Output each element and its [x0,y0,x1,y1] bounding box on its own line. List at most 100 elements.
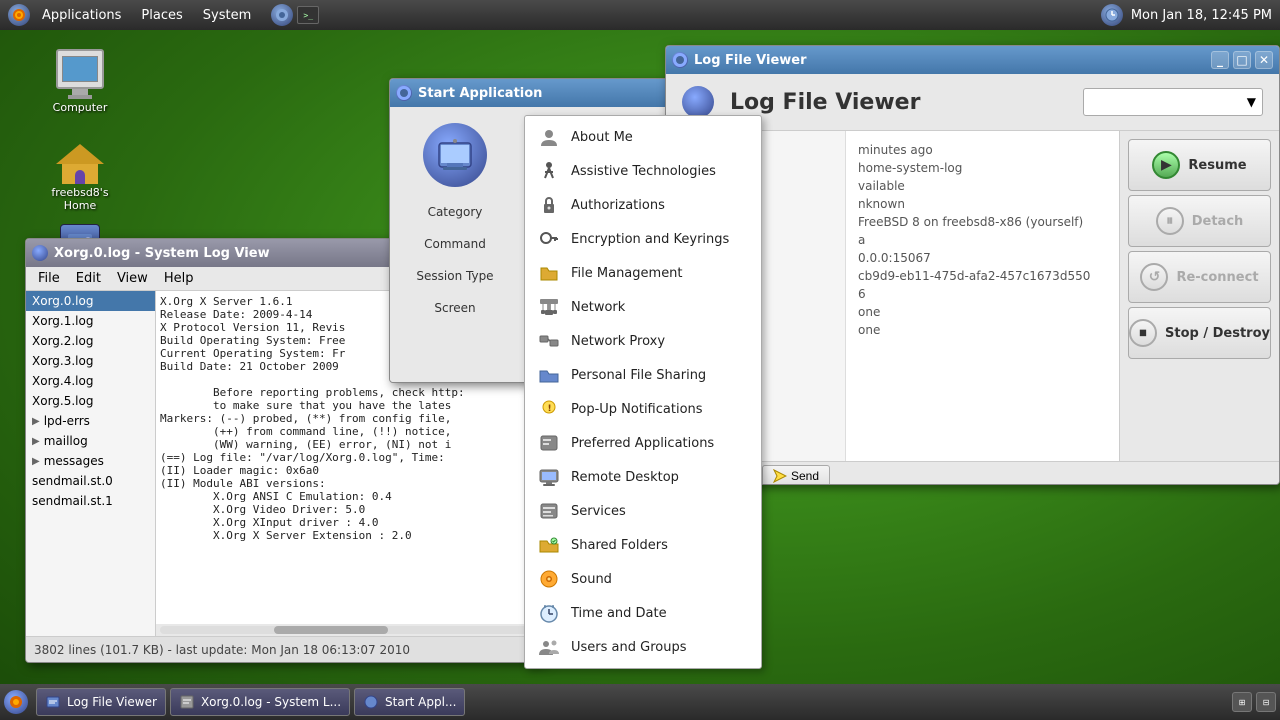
lv-detach-button[interactable]: ⏸ Detach [1128,195,1271,247]
start-app-field-labels: Category Command Session Type Screen [416,203,493,317]
syslog-item-lpd[interactable]: ▶ lpd-errs [26,411,155,431]
menu-item-encryption[interactable]: Encryption and Keyrings [525,222,761,256]
menu-item-personal-file-sharing[interactable]: Personal File Sharing [525,358,761,392]
syslog-item-xorg3[interactable]: Xorg.3.log [26,351,155,371]
lv-buttons-column: ▶ Resume ⏸ Detach ↺ Re-connect ⏹ Stop / … [1119,131,1279,461]
menu-item-sound[interactable]: Sound [525,562,761,596]
lv-info-none2: one [858,323,1107,337]
lv-detach-label: Detach [1192,214,1244,229]
syslog-item-xorg0[interactable]: Xorg.0.log [26,291,155,311]
syslog-menu-view[interactable]: View [109,269,156,288]
menu-item-sound-label: Sound [571,572,749,587]
menu-item-time-date-label: Time and Date [571,606,749,621]
syslog-item-xorg5[interactable]: Xorg.5.log [26,391,155,411]
menu-item-network-proxy[interactable]: Network Proxy [525,324,761,358]
lv-send-button[interactable]: Send [762,465,830,486]
lv-info-6: 6 [858,287,1107,301]
label-command: Command [416,235,493,253]
shared-folders-icon [537,533,561,557]
menu-item-preferred-apps-label: Preferred Applications [571,436,749,451]
syslog-sidebar: Xorg.0.log Xorg.1.log Xorg.2.log Xorg.3.… [26,291,156,636]
label-category: Category [416,203,493,221]
menu-item-assistive[interactable]: Assistive Technologies [525,154,761,188]
lv-info-uuid: cb9d9-eb11-475d-afa2-457c1673d550 [858,269,1107,283]
menu-item-network[interactable]: Network [525,290,761,324]
syslog-item-sendmail1[interactable]: sendmail.st.1 [26,491,155,511]
syslog-item-maillog[interactable]: ▶ maillog [26,431,155,451]
users-groups-icon [537,635,561,659]
menu-item-network-label: Network [571,300,749,315]
start-app-titlebar-icon [396,85,412,101]
lv-info-port: 0.0.0:15067 [858,251,1107,265]
taskbar-indicator-2[interactable]: ⊟ [1256,692,1276,712]
menu-item-authorizations[interactable]: Authorizations [525,188,761,222]
taskbar-syslog-icon [179,694,195,710]
syslog-status-bar: 3802 lines (101.7 KB) - last update: Mon… [26,636,544,662]
menu-item-about-me[interactable]: About Me [525,120,761,154]
syslog-item-messages[interactable]: ▶ messages [26,451,155,471]
menu-item-remote-desktop-label: Remote Desktop [571,470,749,485]
personal-file-sharing-icon [537,363,561,387]
panel-right: Mon Jan 18, 12:45 PM [1101,4,1272,26]
desktop-icon-home[interactable]: freebsd8's Home [40,140,120,216]
panel-terminal-icon[interactable]: >_ [297,6,319,24]
lv-stop-label: Stop / Destroy [1165,326,1270,341]
system-menu[interactable]: System [195,4,259,27]
taskbar-item-logviewer[interactable]: Log File Viewer [36,688,166,716]
menu-item-file-management[interactable]: File Management [525,256,761,290]
syslog-item-xorg1[interactable]: Xorg.1.log [26,311,155,331]
lv-detach-icon: ⏸ [1156,207,1184,235]
syslog-status-text: 3802 lines (101.7 KB) - last update: Mon… [34,643,410,657]
logviewer-close-button[interactable]: ✕ [1255,51,1273,69]
lv-reconnect-button[interactable]: ↺ Re-connect [1128,251,1271,303]
syslog-menu-edit[interactable]: Edit [68,269,109,288]
logviewer-dropdown[interactable]: ▼ [1083,88,1263,116]
menu-item-users-groups[interactable]: Users and Groups [525,630,761,664]
logviewer-titlebar: Log File Viewer _ □ ✕ [666,46,1279,74]
lv-resume-button[interactable]: ▶ Resume [1128,139,1271,191]
computer-icon-image [56,49,104,99]
syslog-scrollbar[interactable] [160,626,540,634]
menu-item-shared-folders[interactable]: Shared Folders [525,528,761,562]
syslog-menu-help[interactable]: Help [156,269,202,288]
popup-notifications-icon: ! [537,397,561,421]
places-menu[interactable]: Places [133,4,190,27]
start-app-gnome-logo [423,123,487,187]
top-panel: Applications Places System >_ Mon Jan 18… [0,0,1280,30]
desktop-icon-computer[interactable]: Computer [40,45,120,118]
menu-item-personal-file-sharing-label: Personal File Sharing [571,368,749,383]
applications-menu[interactable]: Applications [34,4,129,27]
desktop: Applications Places System >_ Mon Jan 18… [0,0,1280,720]
syslog-item-sendmail0[interactable]: sendmail.st.0 [26,471,155,491]
menu-item-preferred-apps[interactable]: Preferred Applications [525,426,761,460]
expand-arrow-maillog: ▶ [32,436,40,447]
menu-item-popup-notifications[interactable]: ! Pop-Up Notifications [525,392,761,426]
taskbar-logviewer-label: Log File Viewer [67,695,157,709]
start-app-titlebar-left: Start Application [396,85,542,101]
menu-item-authorizations-label: Authorizations [571,198,749,213]
taskbar-indicator-1[interactable]: ⊞ [1232,692,1252,712]
network-proxy-icon [537,329,561,353]
menu-item-popup-notifications-label: Pop-Up Notifications [571,402,749,417]
menu-item-time-date[interactable]: Time and Date [525,596,761,630]
logviewer-maximize-button[interactable]: □ [1233,51,1251,69]
logviewer-minimize-button[interactable]: _ [1211,51,1229,69]
taskbar-item-startapp[interactable]: Start Appl... [354,688,465,716]
lv-resume-icon: ▶ [1152,151,1180,179]
remote-desktop-icon [537,465,561,489]
syslog-item-xorg4[interactable]: Xorg.4.log [26,371,155,391]
lv-stop-button[interactable]: ⏹ Stop / Destroy [1128,307,1271,359]
menu-item-services[interactable]: Services [525,494,761,528]
label-session-type: Session Type [416,267,493,285]
menu-item-remote-desktop[interactable]: Remote Desktop [525,460,761,494]
panel-clock-icon [1101,4,1123,26]
syslog-item-xorg2[interactable]: Xorg.2.log [26,331,155,351]
taskbar-item-syslog[interactable]: Xorg.0.log - System L... [170,688,350,716]
logviewer-main: minutes ago home-system-log vailable nkn… [846,131,1119,461]
menu-item-encryption-label: Encryption and Keyrings [571,232,749,247]
panel-network-icon[interactable] [271,4,293,26]
taskbar-start-button[interactable] [4,690,28,714]
menu-item-shared-folders-label: Shared Folders [571,538,749,553]
syslog-scrollbar-thumb[interactable] [274,626,388,634]
syslog-menu-file[interactable]: File [30,269,68,288]
